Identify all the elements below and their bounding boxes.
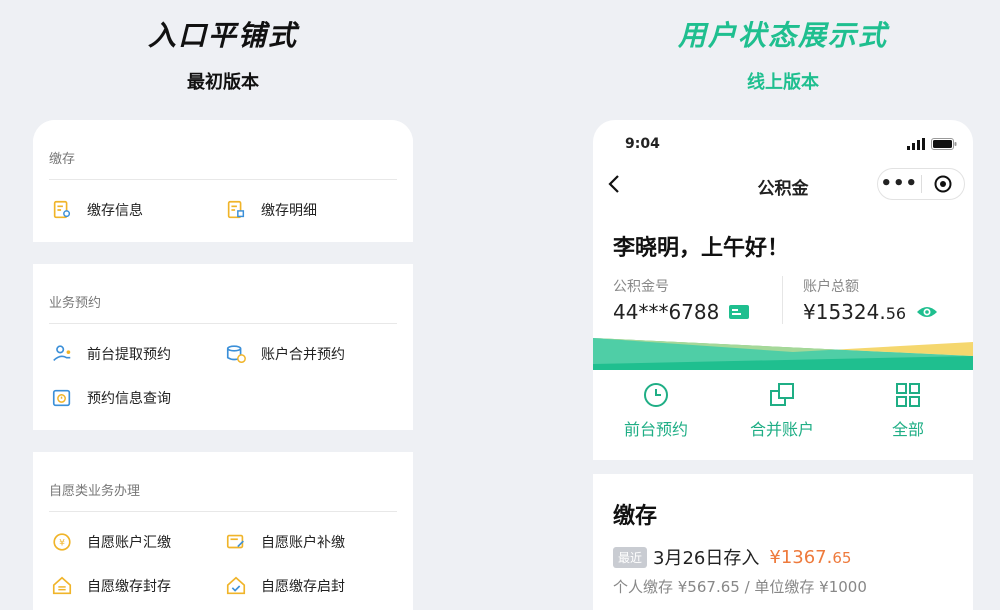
entry-label: 账户合并预约	[261, 347, 345, 363]
recent-deposit[interactable]: 最近 3月26日存入 ¥1367.65	[613, 544, 851, 570]
nav-bar: 公积金 •••	[593, 168, 973, 204]
house-check-icon	[226, 576, 246, 595]
entry-label: 前台提取预约	[87, 347, 171, 363]
balance-block: 账户总额 ¥15324.56	[803, 276, 938, 324]
shortcut-all[interactable]: 全部	[845, 382, 971, 440]
section-title: 缴存	[49, 120, 397, 180]
house-doc-icon	[52, 576, 72, 595]
shortcut-label: 合并账户	[749, 420, 814, 439]
balance-value: ¥15324.56	[803, 300, 907, 324]
entry-account-merge[interactable]: 账户合并预约	[223, 343, 397, 365]
recent-badge: 最近	[613, 546, 648, 568]
entry-voluntary-remit[interactable]: ¥ 自愿账户汇缴	[49, 531, 223, 553]
shortcut-label: 全部	[891, 420, 924, 439]
flat-entry-card: 缴存 缴存信息 缴存明细 业务预约 前台提取预约 账户合并预约 预约信息查询 自…	[33, 120, 413, 610]
section-appointment: 业务预约 前台提取预约 账户合并预约 预约信息查询	[33, 264, 413, 430]
shortcut-merge-account[interactable]: 合并账户	[719, 382, 845, 440]
info-divider	[782, 276, 783, 324]
calendar-clock-icon	[52, 389, 71, 407]
right-heading: 用户状态展示式 线上版本	[583, 14, 983, 94]
section-title: 自愿类业务办理	[49, 452, 397, 512]
entry-label: 自愿缴存封存	[87, 579, 171, 595]
status-bar: 9:04	[593, 120, 973, 168]
close-button[interactable]	[921, 174, 964, 194]
yuan-coin-icon: ¥	[53, 533, 71, 551]
entry-label: 缴存明细	[261, 203, 317, 219]
user-greeting: 李晓明，上午好！	[613, 236, 790, 261]
section-title: 业务预约	[49, 264, 397, 324]
grid-icon	[896, 383, 920, 407]
recent-text: 3月26日存入	[653, 548, 760, 569]
fund-number-block: 公积金号 44***6788	[613, 276, 750, 324]
left-subtitle: 最初版本	[187, 72, 259, 93]
coins-icon	[226, 345, 246, 363]
left-heading: 入口平铺式 最初版本	[23, 14, 423, 94]
clock-icon	[644, 383, 668, 407]
right-subtitle: 线上版本	[747, 72, 819, 93]
entry-label: 预约信息查询	[87, 391, 171, 407]
shortcut-bar: 前台预约 合并账户 全部	[593, 382, 973, 440]
battery-icon	[931, 138, 957, 150]
right-title: 用户状态展示式	[677, 19, 888, 52]
entry-voluntary-seal[interactable]: 自愿缴存封存	[49, 575, 223, 597]
recent-amount: ¥1367.65	[769, 546, 852, 568]
deposit-section-title: 缴存	[613, 504, 658, 529]
entry-voluntary-unseal[interactable]: 自愿缴存启封	[223, 575, 397, 597]
section-gap	[33, 430, 413, 452]
section-gap	[33, 242, 413, 264]
fund-number-value: 44***6788	[613, 300, 720, 324]
phone-mockup: 9:04 公积金 ••• 李晓明，上午好！ 公积金号 44***6788 账户总…	[593, 120, 973, 610]
hand-user-icon	[53, 345, 71, 362]
entry-deposit-detail[interactable]: 缴存明细	[223, 199, 397, 221]
entry-label: 缴存信息	[87, 203, 143, 219]
section-gap	[593, 460, 973, 474]
section-deposit: 缴存 缴存信息 缴存明细	[33, 120, 413, 242]
eye-icon[interactable]	[916, 304, 938, 320]
decorative-wave	[593, 338, 973, 370]
shortcut-counter-appointment[interactable]: 前台预约	[593, 382, 719, 440]
document-user-icon	[53, 200, 71, 219]
left-title: 入口平铺式	[147, 19, 298, 52]
entry-appointment-query[interactable]: 预约信息查询	[49, 387, 239, 409]
signal-icon	[907, 138, 925, 150]
more-button[interactable]: •••	[878, 175, 921, 193]
merge-icon	[770, 383, 794, 406]
svg-text:¥: ¥	[59, 538, 65, 549]
status-time: 9:04	[625, 136, 660, 152]
entry-label: 自愿缴存启封	[261, 579, 345, 595]
entry-label: 自愿账户汇缴	[87, 535, 171, 551]
shortcut-label: 前台预约	[623, 420, 688, 439]
mini-program-capsule: •••	[877, 168, 965, 200]
entry-deposit-info[interactable]: 缴存信息	[49, 199, 223, 221]
balance-label: 账户总额	[803, 279, 859, 295]
entry-voluntary-supplement[interactable]: 自愿账户补缴	[223, 531, 397, 553]
fund-number-label: 公积金号	[613, 279, 669, 295]
document-list-icon	[227, 200, 245, 219]
id-card-icon[interactable]	[729, 304, 750, 320]
deposit-split: 个人缴存 ¥567.65 / 单位缴存 ¥1000	[613, 578, 867, 596]
entry-label: 自愿账户补缴	[261, 535, 345, 551]
bill-edit-icon	[226, 534, 244, 549]
target-icon	[934, 175, 952, 193]
entry-counter-withdrawal[interactable]: 前台提取预约	[49, 343, 223, 365]
section-voluntary: 自愿类业务办理 ¥ 自愿账户汇缴 自愿账户补缴 自愿缴存封存 自愿缴存启封	[33, 452, 413, 610]
